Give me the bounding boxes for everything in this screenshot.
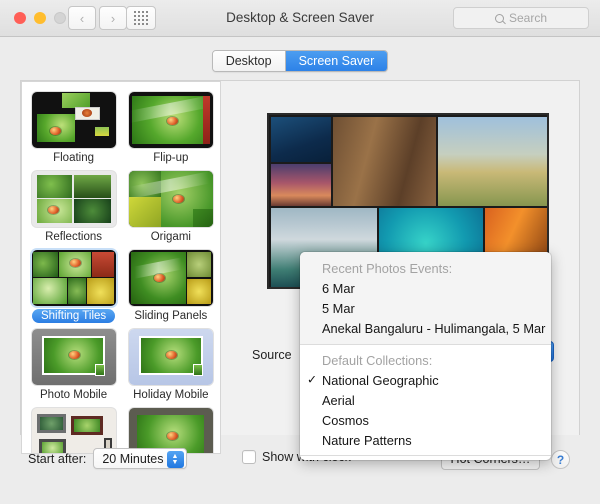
screen-saver-thumbnail: [129, 250, 213, 306]
menu-header-recent-photos: Recent Photos Events:: [300, 258, 551, 278]
menu-item-aerial[interactable]: Aerial: [300, 390, 551, 410]
show-with-clock-checkbox[interactable]: [242, 450, 256, 464]
tab-screen-saver[interactable]: Screen Saver: [285, 51, 388, 71]
preview-tile: [438, 117, 547, 206]
screen-saver-thumbnail: [32, 329, 116, 385]
screen-saver-item-shifting-tiles[interactable]: Shifting Tiles: [31, 250, 116, 325]
screen-saver-label: Photo Mobile: [31, 388, 116, 402]
help-button[interactable]: ?: [551, 450, 570, 469]
screen-saver-label: Flip-up: [144, 151, 197, 165]
source-dropdown-menu[interactable]: Recent Photos Events: 6 Mar 5 Mar Anekal…: [300, 252, 551, 460]
menu-item-national-geographic[interactable]: National Geographic: [300, 370, 551, 390]
screen-saver-thumbnail: [32, 250, 116, 306]
screen-saver-item-sliding-panels[interactable]: Sliding Panels: [124, 250, 217, 325]
screen-saver-thumbnail: [32, 171, 116, 227]
source-label: Source: [252, 348, 292, 362]
screen-saver-label: Reflections: [36, 230, 111, 244]
screen-saver-label: Shifting Tiles: [32, 309, 115, 323]
source-row: Source: [252, 348, 292, 362]
screen-saver-item-flip-up[interactable]: Flip-up: [124, 92, 217, 167]
menu-item-nature-patterns[interactable]: Nature Patterns: [300, 430, 551, 450]
system-preferences-window: ‹ › Desktop & Screen Saver Search Deskto…: [0, 0, 600, 504]
chevron-updown-icon[interactable]: ▲▼: [167, 451, 184, 468]
search-placeholder: Search: [509, 11, 547, 25]
screen-saver-item-origami[interactable]: Origami: [124, 171, 217, 246]
start-after-control: Start after: 20 Minutes ▲▼: [28, 448, 187, 469]
screen-saver-item-floating[interactable]: Floating: [31, 92, 116, 167]
screen-saver-item-holiday-mobile[interactable]: Holiday Mobile: [124, 329, 217, 404]
menu-item-cosmos[interactable]: Cosmos: [300, 410, 551, 430]
screen-saver-list[interactable]: Floating Flip-up Re: [21, 81, 221, 454]
menu-item-anekal-bangaluru[interactable]: Anekal Bangaluru - Hulimangala, 5 Mar: [300, 318, 551, 338]
menu-header-default-collections: Default Collections:: [300, 350, 551, 370]
screen-saver-thumbnail: [129, 329, 213, 385]
menu-item-6-mar[interactable]: 6 Mar: [300, 278, 551, 298]
preview-tile: [333, 117, 436, 206]
screen-saver-thumbnail: [129, 171, 213, 227]
screen-saver-item-photo-mobile[interactable]: Photo Mobile: [31, 329, 116, 404]
tab-bar: Desktop Screen Saver: [0, 50, 600, 72]
screen-saver-item-reflections[interactable]: Reflections: [31, 171, 116, 246]
screen-saver-label: Sliding Panels: [125, 309, 216, 323]
search-field[interactable]: Search: [453, 7, 589, 29]
window-titlebar: ‹ › Desktop & Screen Saver Search: [0, 0, 600, 37]
screen-saver-thumbnail: [32, 92, 116, 148]
screen-saver-label: Origami: [142, 230, 200, 244]
screen-saver-label: Floating: [44, 151, 103, 165]
menu-section-default-collections: Default Collections: National Geographic…: [300, 345, 551, 455]
search-icon: [495, 14, 504, 23]
screen-saver-label: Holiday Mobile: [124, 388, 217, 402]
screen-saver-thumbnail: [129, 92, 213, 148]
menu-item-5-mar[interactable]: 5 Mar: [300, 298, 551, 318]
start-after-value: 20 Minutes: [102, 452, 163, 466]
start-after-label: Start after:: [28, 452, 86, 466]
preview-tile: [271, 117, 331, 162]
menu-section-actions: Choose Folder… Photo Library…: [300, 456, 551, 460]
menu-section-recent-photos: Recent Photos Events: 6 Mar 5 Mar Anekal…: [300, 252, 551, 344]
tab-desktop[interactable]: Desktop: [213, 51, 285, 71]
preview-tile: [271, 164, 331, 206]
start-after-dropdown[interactable]: 20 Minutes ▲▼: [93, 448, 186, 469]
